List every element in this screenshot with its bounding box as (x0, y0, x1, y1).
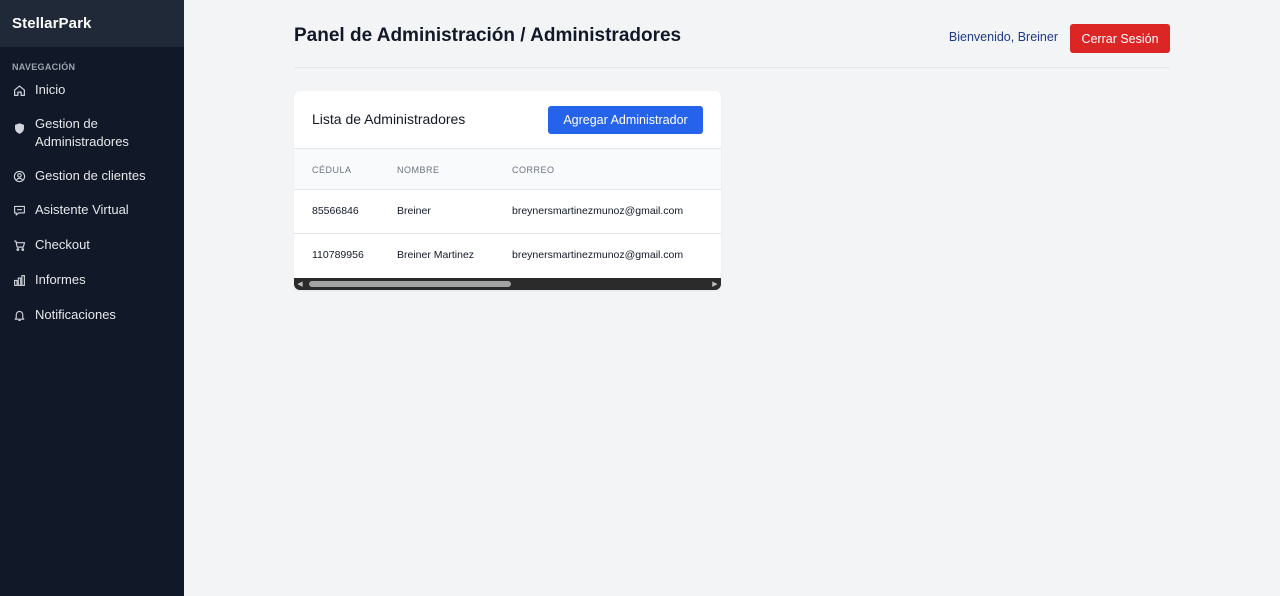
scrollbar-thumb[interactable] (309, 281, 511, 287)
scroll-left-arrow-icon[interactable]: ◀ (294, 278, 306, 290)
sidebar-item-checkout[interactable]: Checkout (0, 236, 184, 271)
table-row[interactable]: 85566846 Breiner breynersmartinezmunoz@g… (294, 189, 721, 233)
shield-icon (12, 121, 26, 135)
sidebar-item-informes[interactable]: Informes (0, 271, 184, 306)
column-header-nombre: NOMBRE (397, 164, 440, 175)
column-header-cedula: CÉDULA (312, 164, 352, 175)
table-row[interactable]: 110789956 Breiner Martinez breynersmarti… (294, 233, 721, 277)
card-title: Lista de Administradores (312, 111, 466, 127)
admin-table: CÉDULA NOMBRE CORREO 85566846 Breiner br… (294, 149, 721, 277)
topbar: Panel de Administración / Administradore… (294, 0, 1170, 68)
chat-icon (12, 203, 26, 217)
cell-cedula: 110789956 (312, 249, 364, 262)
cell-nombre: Breiner (397, 205, 431, 217)
cell-nombre: Breiner Martinez (397, 249, 475, 262)
add-admin-button[interactable]: Agregar Administrador (548, 106, 703, 134)
cell-correo: breynersmartinezmunoz@gmail.com (512, 249, 684, 262)
sidebar-item-inicio[interactable]: Inicio (0, 81, 184, 115)
cart-icon (12, 238, 26, 252)
sidebar-item-label: Asistente Virtual (35, 202, 129, 217)
cell-correo: breynersmartinezmunoz@gmail.com (512, 205, 684, 217)
welcome-text: Bienvenido, Breiner (948, 30, 1058, 44)
card-header: Lista de Administradores Agregar Adminis… (294, 91, 721, 149)
brand-logo[interactable]: StellarPark (0, 0, 184, 47)
nav-heading: NAVEGACIÓN (12, 62, 76, 72)
nav-list: Inicio Gestion de Administradores Gestio… (0, 81, 184, 341)
sidebar-item-asistente-virtual[interactable]: Asistente Virtual (0, 201, 184, 236)
sidebar-item-label: Inicio (35, 82, 66, 97)
page-title: Panel de Administración / Administradore… (294, 25, 682, 46)
table-header-row: CÉDULA NOMBRE CORREO (294, 149, 721, 189)
sidebar: StellarPark NAVEGACIÓN Inicio Gestion de… (0, 0, 184, 596)
table-header: CÉDULA NOMBRE CORREO (294, 149, 721, 189)
user-circle-icon (12, 169, 26, 183)
sidebar-item-label: Notificaciones (35, 307, 116, 322)
admin-list-card: Lista de Administradores Agregar Adminis… (294, 91, 721, 290)
logout-button[interactable]: Cerrar Sesión (1070, 24, 1170, 53)
sidebar-item-gestion-clientes[interactable]: Gestion de clientes (0, 167, 184, 201)
sidebar-item-label: Gestion de Administradores (35, 116, 129, 149)
main-content: Panel de Administración / Administradore… (184, 0, 1280, 596)
bell-icon (12, 308, 26, 322)
sidebar-item-notificaciones[interactable]: Notificaciones (0, 306, 184, 341)
bar-chart-icon (12, 273, 26, 287)
cell-cedula: 85566846 (312, 205, 359, 217)
sidebar-item-label: Gestion de clientes (35, 168, 146, 183)
scroll-right-arrow-icon[interactable]: ▶ (709, 278, 721, 290)
sidebar-item-label: Informes (35, 272, 86, 287)
horizontal-scrollbar[interactable]: ◀ ▶ (294, 278, 721, 290)
column-header-correo: CORREO (512, 164, 555, 175)
scrollbar-track[interactable] (306, 278, 721, 290)
sidebar-item-gestion-administradores[interactable]: Gestion de Administradores (0, 115, 184, 167)
sidebar-item-label: Checkout (35, 237, 90, 252)
home-icon (12, 83, 26, 97)
table-body: 85566846 Breiner breynersmartinezmunoz@g… (294, 189, 721, 277)
